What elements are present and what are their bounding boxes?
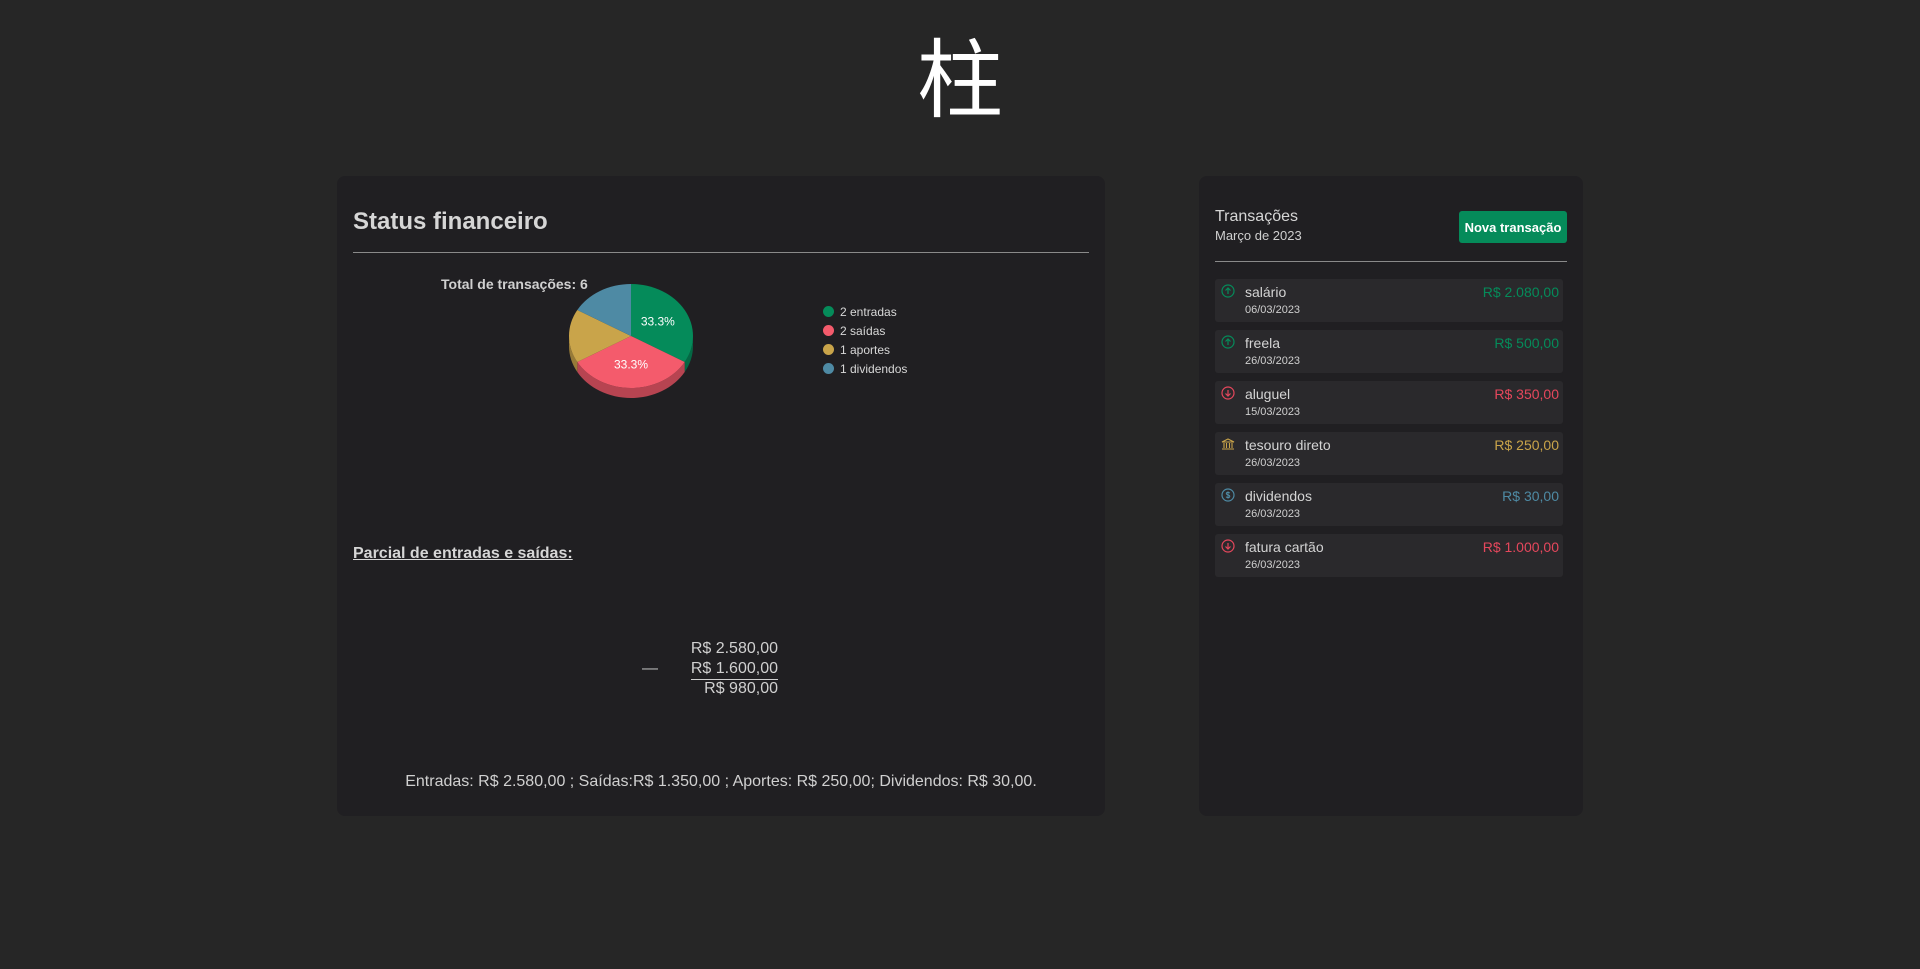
legend-item[interactable]: 2 entradas: [823, 302, 907, 321]
transactions-month: Março de 2023: [1215, 228, 1302, 243]
chart-legend: 2 entradas 2 saídas 1 aportes 1 dividendos: [823, 302, 907, 378]
transaction-item[interactable]: salário 06/03/2023 R$ 2.080,00: [1215, 279, 1563, 322]
transaction-name: tesouro direto: [1245, 437, 1331, 453]
dollar-circle-icon: [1221, 488, 1235, 502]
legend-label: 2 entradas: [840, 304, 897, 319]
transaction-amount: R$ 350,00: [1494, 386, 1559, 402]
pie-data-label: 33.3%: [641, 315, 675, 329]
transaction-list: salário 06/03/2023 R$ 2.080,00 freela 26/03/…: [1215, 279, 1563, 585]
transaction-date: 26/03/2023: [1245, 457, 1301, 469]
transaction-date: 26/03/2023: [1245, 508, 1301, 520]
arrow-up-circle-icon: [1221, 335, 1235, 349]
pie-data-label: 33.3%: [614, 358, 648, 372]
legend-swatch: [823, 325, 834, 336]
transactions-card: Transações Março de 2023 Nova transação …: [1199, 176, 1583, 816]
transactions-header: Transações Março de 2023: [1215, 207, 1302, 245]
transaction-item[interactable]: freela 26/03/2023 R$ 500,00: [1215, 330, 1563, 373]
transaction-item[interactable]: tesouro direto 26/03/2023 R$ 250,00: [1215, 432, 1563, 475]
app-logo: 柱: [917, 31, 1003, 131]
pie-chart-svg: 33.3% 33.3%: [569, 284, 693, 398]
balance-result: R$ 980,00: [704, 680, 778, 697]
arrow-up-circle-icon: [1221, 284, 1235, 298]
transactions-title: Transações: [1215, 208, 1298, 225]
legend-label: 2 saídas: [840, 323, 886, 338]
transaction-name: fatura cartão: [1245, 539, 1324, 555]
divider: [1215, 261, 1567, 262]
arrow-down-circle-icon: [1221, 539, 1235, 553]
transaction-name: salário: [1245, 284, 1287, 300]
legend-item[interactable]: 1 dividendos: [823, 359, 907, 378]
transaction-name: dividendos: [1245, 488, 1312, 504]
expense-total: R$ 1.600,00: [690, 659, 778, 680]
divider: [353, 252, 1089, 253]
transaction-date: 26/03/2023: [1245, 355, 1301, 367]
summary-text: Entradas: R$ 2.580,00 ; Saídas:R$ 1.350,…: [405, 773, 1037, 790]
transaction-item[interactable]: dividendos 26/03/2023 R$ 30,00: [1215, 483, 1563, 526]
legend-item[interactable]: 2 saídas: [823, 321, 907, 340]
status-title: Status financeiro: [353, 208, 548, 235]
transaction-amount: R$ 2.080,00: [1482, 284, 1559, 300]
legend-swatch: [823, 363, 834, 374]
legend-label: 1 dividendos: [840, 361, 908, 376]
transaction-date: 15/03/2023: [1245, 406, 1301, 418]
pie-chart: Total de transações: 6 33.3% 33.3% 2 entr…: [353, 268, 1089, 518]
financial-status-card: Status financeiro Total de transações: 6…: [337, 176, 1105, 816]
transaction-date: 06/03/2023: [1245, 304, 1301, 316]
transaction-name: aluguel: [1245, 386, 1291, 402]
legend-label: 1 aportes: [840, 342, 891, 357]
transaction-item[interactable]: aluguel 15/03/2023 R$ 350,00: [1215, 381, 1563, 424]
legend-swatch: [823, 306, 834, 317]
transaction-date: 26/03/2023: [1245, 559, 1301, 571]
transaction-amount: R$ 250,00: [1494, 437, 1559, 453]
transaction-amount: R$ 1.000,00: [1482, 539, 1559, 555]
legend-item[interactable]: 1 aportes: [823, 340, 907, 359]
bank-icon: [1221, 437, 1235, 451]
transaction-item[interactable]: fatura cartão 26/03/2023 R$ 1.000,00: [1215, 534, 1563, 577]
partial-title: Parcial de entradas e saídas:: [353, 545, 573, 562]
new-transaction-button[interactable]: Nova transação: [1459, 211, 1567, 243]
income-total: R$ 2.580,00: [690, 640, 778, 657]
balance-calculation: R$ 2.580,00 — R$ 1.600,00 R$ 980,00: [642, 639, 778, 699]
legend-swatch: [823, 344, 834, 355]
transaction-amount: R$ 30,00: [1502, 488, 1559, 504]
minus-sign: —: [642, 660, 658, 677]
transaction-name: freela: [1245, 335, 1281, 351]
transaction-amount: R$ 500,00: [1494, 335, 1559, 351]
arrow-down-circle-icon: [1221, 386, 1235, 400]
